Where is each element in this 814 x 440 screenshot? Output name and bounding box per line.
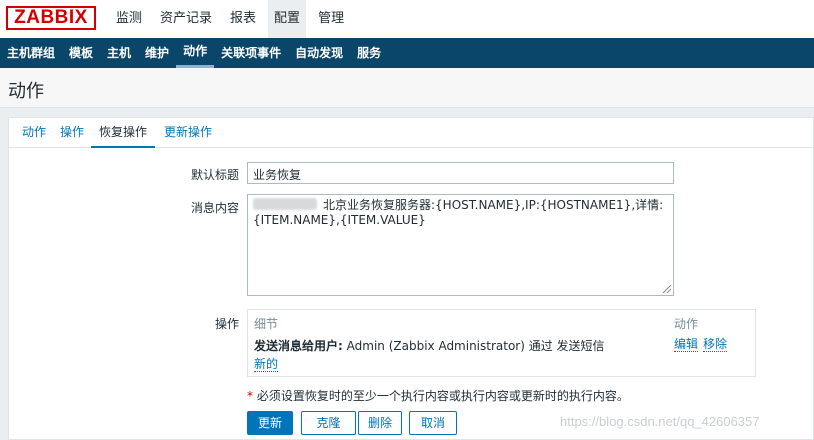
clone-button[interactable]: 克隆 — [301, 411, 356, 435]
page-header: 动作 — [0, 68, 814, 108]
redacted-text — [253, 198, 317, 210]
sub-menu-actions[interactable]: 动作 — [176, 38, 215, 68]
message-textarea[interactable]: 北京业务恢复服务器:{HOST.NAME},IP:{HOSTNAME1},详情:… — [247, 194, 674, 296]
default-subject-label: 默认标题 — [190, 168, 239, 182]
zabbix-logo[interactable]: ZABBIX — [6, 6, 96, 30]
required-note: * 必须设置恢复时的至少一个执行内容或执行内容或更新时的执行内容。 — [247, 387, 629, 404]
sub-menu: 主机群组 模板 主机 维护 动作 关联项事件 自动发现 服务 — [0, 38, 814, 68]
tab-operations[interactable]: 操作 — [57, 118, 87, 148]
ops-row: 发送消息给用户: Admin (Zabbix Administrator) 通过… — [254, 337, 605, 354]
page-title: 动作 — [8, 81, 44, 102]
operations-label: 操作 — [214, 317, 239, 331]
required-star: * — [247, 389, 253, 403]
top-menu-configuration[interactable]: 配置 — [268, 0, 307, 38]
sub-menu-services[interactable]: 服务 — [350, 38, 388, 68]
watermark: https://blog.csdn.net/qq_42606357 — [560, 414, 760, 429]
sub-menu-host-groups[interactable]: 主机群组 — [0, 38, 62, 68]
message-line-1: 北京业务恢复服务器:{HOST.NAME},IP:{HOSTNAME1},详情: — [323, 198, 664, 212]
update-button[interactable]: 更新 — [247, 411, 293, 435]
form-tabs: 动作 操作 恢复操作 更新操作 — [9, 118, 813, 148]
ops-header-details: 细节 — [254, 317, 279, 331]
tab-action[interactable]: 动作 — [17, 118, 51, 148]
ops-header-action: 动作 — [674, 317, 699, 331]
top-menu: 监测 资产记录 报表 配置 管理 — [110, 0, 356, 38]
sub-menu-event-correlation[interactable]: 关联项事件 — [214, 38, 288, 68]
top-menu-inventory[interactable]: 资产记录 — [154, 0, 218, 38]
op-remove-link[interactable]: 移除 — [703, 337, 728, 352]
sub-menu-maintenance[interactable]: 维护 — [138, 38, 176, 68]
operations-table: 细节 动作 发送消息给用户: Admin (Zabbix Administrat… — [247, 309, 756, 377]
delete-button[interactable]: 删除 — [358, 411, 402, 435]
ops-row-type: 发送消息给用户: — [254, 339, 343, 353]
ops-row-detail: Admin (Zabbix Administrator) 通过 发送短信 — [346, 339, 605, 353]
sub-menu-hosts[interactable]: 主机 — [100, 38, 138, 68]
resize-handle-icon[interactable] — [663, 285, 671, 293]
top-menu-administration[interactable]: 管理 — [312, 0, 350, 38]
required-note-text: 必须设置恢复时的至少一个执行内容或执行内容或更新时的执行内容。 — [256, 389, 629, 403]
top-bar: ZABBIX 监测 资产记录 报表 配置 管理 — [0, 0, 814, 38]
tab-update-operations[interactable]: 更新操作 — [161, 118, 215, 148]
cancel-button[interactable]: 取消 — [409, 411, 457, 435]
sub-menu-discovery[interactable]: 自动发现 — [288, 38, 350, 68]
tab-recovery-operations[interactable]: 恢复操作 — [91, 118, 155, 148]
top-menu-monitoring[interactable]: 监测 — [110, 0, 148, 38]
op-edit-link[interactable]: 编辑 — [674, 337, 699, 352]
message-label: 消息内容 — [190, 201, 239, 215]
op-new-link[interactable]: 新的 — [254, 357, 279, 372]
default-subject-input[interactable]: 业务恢复 — [247, 162, 674, 184]
message-line-2: {ITEM.NAME},{ITEM.VALUE} — [253, 213, 426, 227]
default-subject-value: 业务恢复 — [253, 168, 302, 182]
top-menu-reports[interactable]: 报表 — [224, 0, 262, 38]
action-form-panel: 动作 操作 恢复操作 更新操作 默认标题 业务恢复 消息内容 北京业务恢复服务器… — [8, 117, 814, 440]
sub-menu-templates[interactable]: 模板 — [62, 38, 100, 68]
